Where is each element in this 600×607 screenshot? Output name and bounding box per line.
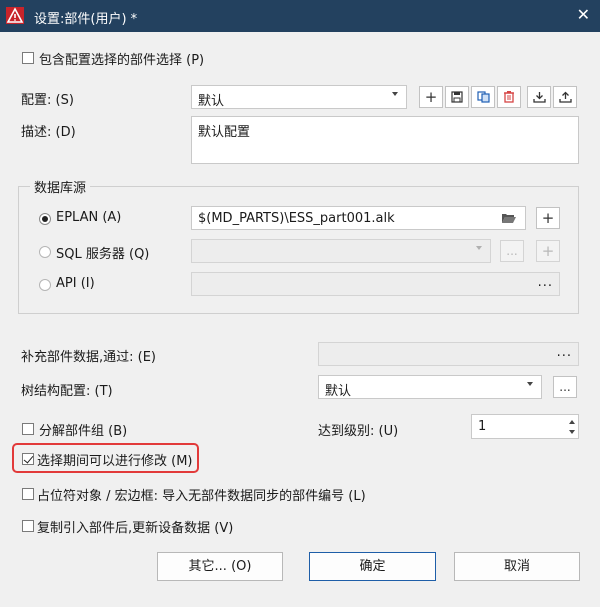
chevron-down-icon (527, 382, 533, 386)
spin-up-icon[interactable] (569, 420, 575, 424)
eplan-label: EPLAN (A) (56, 210, 122, 225)
decompose-group-checkbox[interactable] (22, 423, 34, 435)
tree-config-value: 默认 (325, 384, 352, 399)
chevron-down-icon (392, 92, 398, 96)
placeholder-object-checkbox[interactable] (22, 488, 34, 500)
level-value: 1 (478, 419, 487, 434)
delete-icon (504, 91, 514, 103)
eplan-path-field[interactable]: $(MD_PARTS)\ESS_part001.alk (191, 206, 526, 230)
tree-config-dots: ... (559, 380, 571, 394)
save-icon (451, 91, 463, 103)
api-radio[interactable] (39, 279, 51, 291)
ok-button[interactable]: 确定 (309, 552, 436, 581)
sql-server-browse-button[interactable]: ... (500, 240, 524, 262)
api-label: API (I) (56, 276, 95, 291)
tree-config-label: 树结构配置: (T) (21, 384, 113, 399)
plus-icon: + (541, 242, 555, 260)
sql-server-radio[interactable] (39, 246, 51, 258)
sql-server-add-button[interactable]: + (536, 240, 560, 262)
import-icon (532, 92, 546, 103)
import-config-button[interactable] (527, 86, 551, 108)
chevron-down-icon (476, 246, 482, 250)
config-value: 默认 (198, 94, 225, 109)
export-config-button[interactable] (553, 86, 577, 108)
level-spinner[interactable]: 1 (471, 414, 579, 439)
add-database-button[interactable]: + (536, 207, 560, 229)
editable-during-selection-label: 选择期间可以进行修改 (M) (37, 454, 193, 469)
tree-config-select[interactable]: 默认 (318, 375, 542, 399)
update-device-data-checkbox[interactable] (22, 520, 34, 532)
config-label: 配置: (S) (21, 93, 74, 108)
eplan-logo-icon (6, 7, 24, 24)
spin-down-icon[interactable] (569, 430, 575, 434)
placeholder-object-label: 占位符对象 / 宏边框: 导入无部件数据同步的部件编号 (L) (37, 489, 366, 504)
delete-config-button[interactable] (497, 86, 521, 108)
close-icon[interactable]: ✕ (577, 5, 590, 24)
save-config-button[interactable] (445, 86, 469, 108)
update-device-data-label: 复制引入部件后,更新设备数据 (V) (37, 521, 234, 536)
decompose-group-label: 分解部件组 (B) (39, 424, 128, 439)
plus-icon: + (541, 209, 555, 227)
cancel-button[interactable]: 取消 (454, 552, 580, 581)
include-config-selection-checkbox[interactable] (22, 52, 34, 64)
database-source-title: 数据库源 (30, 177, 91, 196)
sql-server-select[interactable] (191, 239, 491, 263)
supplement-field[interactable]: ... (318, 342, 579, 366)
sql-server-label: SQL 服务器 (Q) (56, 247, 150, 262)
export-icon (558, 91, 572, 103)
copy-config-button[interactable] (471, 86, 495, 108)
plus-icon: + (424, 88, 438, 106)
title-bar: 设置:部件(用户) * ✕ (0, 0, 600, 32)
eplan-path-value: $(MD_PARTS)\ESS_part001.alk (198, 211, 395, 226)
window-title: 设置:部件(用户) * (34, 12, 138, 27)
copy-icon (476, 91, 490, 103)
sql-server-dots: ... (506, 244, 518, 258)
include-config-selection-label: 包含配置选择的部件选择 (P) (39, 53, 205, 68)
tree-config-browse-button[interactable]: ... (553, 376, 577, 398)
api-field[interactable]: ... (191, 272, 560, 296)
new-config-button[interactable]: + (419, 86, 443, 108)
supplement-label: 补充部件数据,通过: (E) (21, 350, 157, 365)
api-browse-dots[interactable]: ... (538, 275, 553, 290)
description-value: 默认配置 (198, 125, 251, 140)
other-button[interactable]: 其它... (O) (157, 552, 283, 581)
eplan-radio[interactable] (39, 213, 51, 225)
supplement-browse-dots[interactable]: ... (557, 345, 572, 360)
config-select[interactable]: 默认 (191, 85, 407, 109)
folder-open-icon (502, 214, 516, 223)
description-textarea[interactable]: 默认配置 (191, 116, 579, 164)
description-label: 描述: (D) (21, 125, 76, 140)
level-label: 达到级别: (U) (318, 424, 399, 439)
editable-during-selection-checkbox[interactable] (22, 453, 34, 465)
